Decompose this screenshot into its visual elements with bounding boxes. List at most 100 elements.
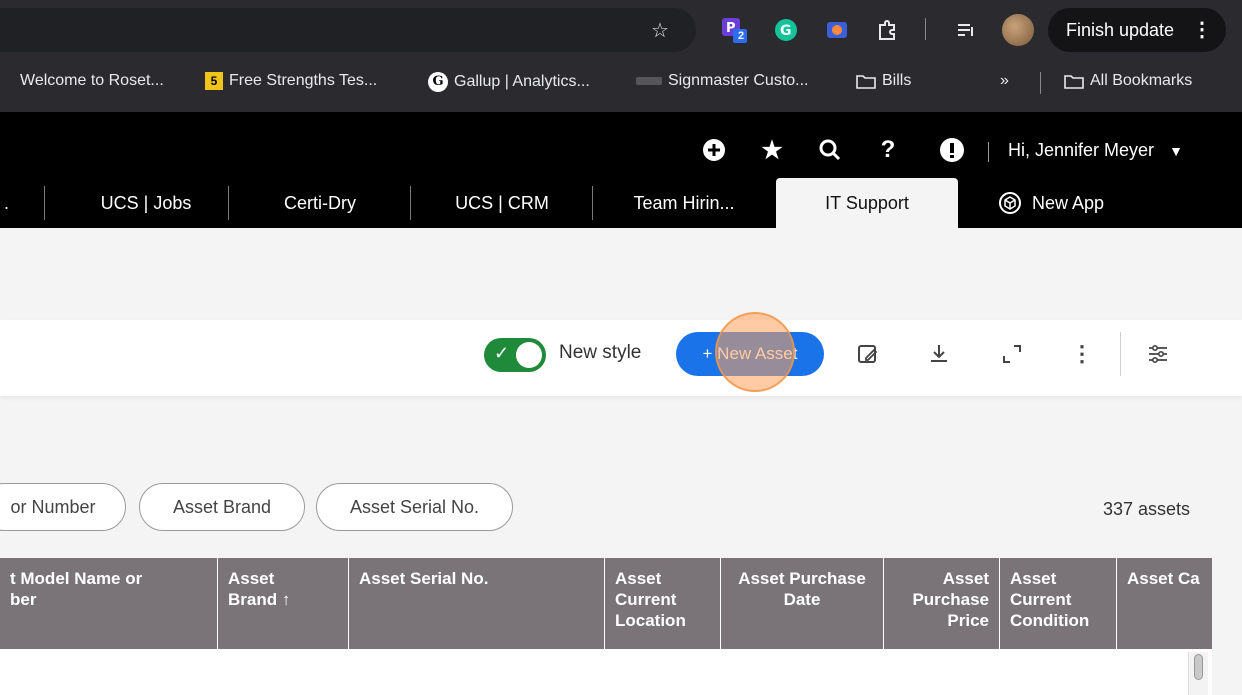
five-badge-icon: 5 xyxy=(205,72,223,90)
finish-update-label: Finish update xyxy=(1066,19,1175,40)
folder-icon xyxy=(856,75,876,89)
puzzle-extensions-icon[interactable] xyxy=(873,16,901,44)
header-line: Asset xyxy=(1010,569,1057,588)
edit-note-graphic xyxy=(858,345,878,363)
filter-chip-asset-serial[interactable]: Asset Serial No. xyxy=(316,483,513,531)
alert-graphic xyxy=(940,138,964,162)
all-bookmarks-folder[interactable]: All Bookmarks xyxy=(1064,72,1192,90)
bookmark-folder-bills[interactable]: Bills xyxy=(856,72,911,90)
bookmark-item-gallup[interactable]: G Gallup | Analytics... xyxy=(428,72,590,92)
tab-ucs-crm[interactable]: UCS | CRM xyxy=(412,178,592,228)
header-divider xyxy=(988,142,989,162)
bookmark-label: Gallup | Analytics... xyxy=(454,73,590,90)
column-header-purchase-date[interactable]: Asset Purchase Date xyxy=(721,558,884,649)
tab-team-hiring[interactable]: Team Hirin... xyxy=(594,178,774,228)
gallup-g-icon: G xyxy=(428,72,448,92)
expand-graphic xyxy=(1003,345,1021,363)
edit-note-icon[interactable] xyxy=(854,340,882,368)
more-vertical-icon[interactable]: ⋮ xyxy=(1192,17,1212,42)
table-scrollbar[interactable] xyxy=(1188,652,1208,695)
view-toolbar: ✓ New style + New Asset ⋮ xyxy=(0,320,1242,396)
profile-avatar[interactable] xyxy=(1002,14,1034,46)
more-options-icon[interactable]: ⋮ xyxy=(1068,340,1096,368)
filter-chip-asset-brand[interactable]: Asset Brand xyxy=(139,483,305,531)
tab-divider xyxy=(592,186,593,220)
header-line: Condition xyxy=(1010,611,1090,630)
search-icon[interactable] xyxy=(816,136,844,164)
mail-extension-icon[interactable] xyxy=(823,16,851,44)
header-line: Asset Ca xyxy=(1127,569,1200,588)
grammarly-icon[interactable]: G xyxy=(772,16,800,44)
column-header-brand[interactable]: Asset Brand ↑ xyxy=(218,558,349,649)
scrollbar-thumb[interactable] xyxy=(1194,654,1203,680)
asset-count: 337 assets xyxy=(1103,499,1191,519)
reading-list-icon[interactable] xyxy=(952,16,980,44)
table-body xyxy=(0,649,1212,695)
tab-certi-dry[interactable]: Certi-Dry xyxy=(230,178,410,228)
tab-new-app[interactable]: New App xyxy=(976,178,1126,228)
column-header-purchase-price[interactable]: Asset Purchase Price xyxy=(884,558,1000,649)
check-icon: ✓ xyxy=(494,343,510,363)
svg-text:G: G xyxy=(780,23,792,39)
sliders-graphic xyxy=(1149,344,1167,364)
bookmark-item-strengths[interactable]: 5 Free Strengths Tes... xyxy=(205,72,377,90)
header-line: Asset xyxy=(228,569,275,588)
header-line: Date xyxy=(783,590,821,609)
chip-label: or Number xyxy=(10,496,96,517)
header-line: Purchase xyxy=(912,590,989,609)
favorites-star-icon[interactable]: ★ xyxy=(758,136,786,164)
tab-truncated[interactable]: . xyxy=(0,178,40,228)
column-header-location[interactable]: Asset Current Location xyxy=(605,558,721,649)
tab-ucs-jobs[interactable]: UCS | Jobs xyxy=(46,178,246,228)
bookmark-label: Welcome to Roset... xyxy=(20,72,164,89)
toolbar-divider xyxy=(925,18,926,40)
tab-divider xyxy=(410,186,411,220)
screen: ☆ P 2 G Finish update ⋮ Welcome to Roset… xyxy=(0,0,1242,695)
table-header: t Model Name or ber Asset Brand ↑ Asset … xyxy=(0,558,1212,649)
mail-extension-graphic xyxy=(827,22,847,38)
tab-it-support[interactable]: IT Support xyxy=(776,178,958,228)
cube-icon xyxy=(998,192,1021,214)
extension-p-icon[interactable]: P 2 xyxy=(718,14,752,48)
user-greeting: Hi, Jennifer Meyer xyxy=(1008,140,1155,160)
app-header: ★ ? Hi, Jennifer Meyer ▼ . UCS | Jobs Ce… xyxy=(0,112,1242,228)
finish-update-button[interactable]: Finish update ⋮ xyxy=(1048,8,1226,52)
header-line: Price xyxy=(947,611,989,630)
tab-label: New App xyxy=(1031,192,1105,213)
alert-icon[interactable] xyxy=(938,136,966,164)
column-header-model[interactable]: t Model Name or ber xyxy=(0,558,218,649)
header-line: Current xyxy=(1010,590,1072,609)
column-header-category[interactable]: Asset Ca xyxy=(1117,558,1212,649)
bookmark-label: Signmaster Custo... xyxy=(668,72,809,89)
tab-label: Team Hirin... xyxy=(633,192,735,213)
bookmarks-overflow-button[interactable]: » xyxy=(1000,72,1009,90)
folder-icon xyxy=(1064,75,1084,89)
header-line: Current xyxy=(615,590,677,609)
user-menu[interactable]: Hi, Jennifer Meyer ▼ xyxy=(1008,140,1183,161)
download-graphic xyxy=(931,345,947,362)
bookmark-label: Bills xyxy=(882,72,912,89)
extension-count-badge: 2 xyxy=(738,30,745,42)
tab-label: UCS | CRM xyxy=(455,192,549,213)
column-header-condition[interactable]: Asset Current Condition xyxy=(1000,558,1117,649)
header-line: t Model Name or xyxy=(10,569,143,588)
help-icon[interactable]: ? xyxy=(874,136,902,164)
bookmarks-divider xyxy=(1040,72,1041,94)
bookmark-item-signmaster[interactable]: Signmaster Custo... xyxy=(636,72,809,90)
filter-chip-model-number[interactable]: or Number xyxy=(0,483,126,531)
add-circle-icon[interactable] xyxy=(700,136,728,164)
expand-icon[interactable] xyxy=(998,340,1026,368)
new-style-toggle[interactable]: ✓ xyxy=(484,338,546,372)
column-header-serial[interactable]: Asset Serial No. xyxy=(349,558,605,649)
app-tabs: . UCS | Jobs Certi-Dry UCS | CRM Team Hi… xyxy=(0,178,1242,228)
header-line: Location xyxy=(615,611,686,630)
bookmark-star-icon[interactable]: ☆ xyxy=(646,16,674,44)
address-bar[interactable] xyxy=(0,8,696,52)
header-line: Asset xyxy=(942,569,989,588)
header-line: Brand ↑ xyxy=(228,590,291,609)
download-icon[interactable] xyxy=(925,340,953,368)
header-line: Asset Serial No. xyxy=(359,569,489,588)
column-settings-icon[interactable] xyxy=(1144,340,1172,368)
bookmark-item-rosetta[interactable]: Welcome to Roset... xyxy=(20,72,164,90)
tab-divider xyxy=(228,186,229,220)
